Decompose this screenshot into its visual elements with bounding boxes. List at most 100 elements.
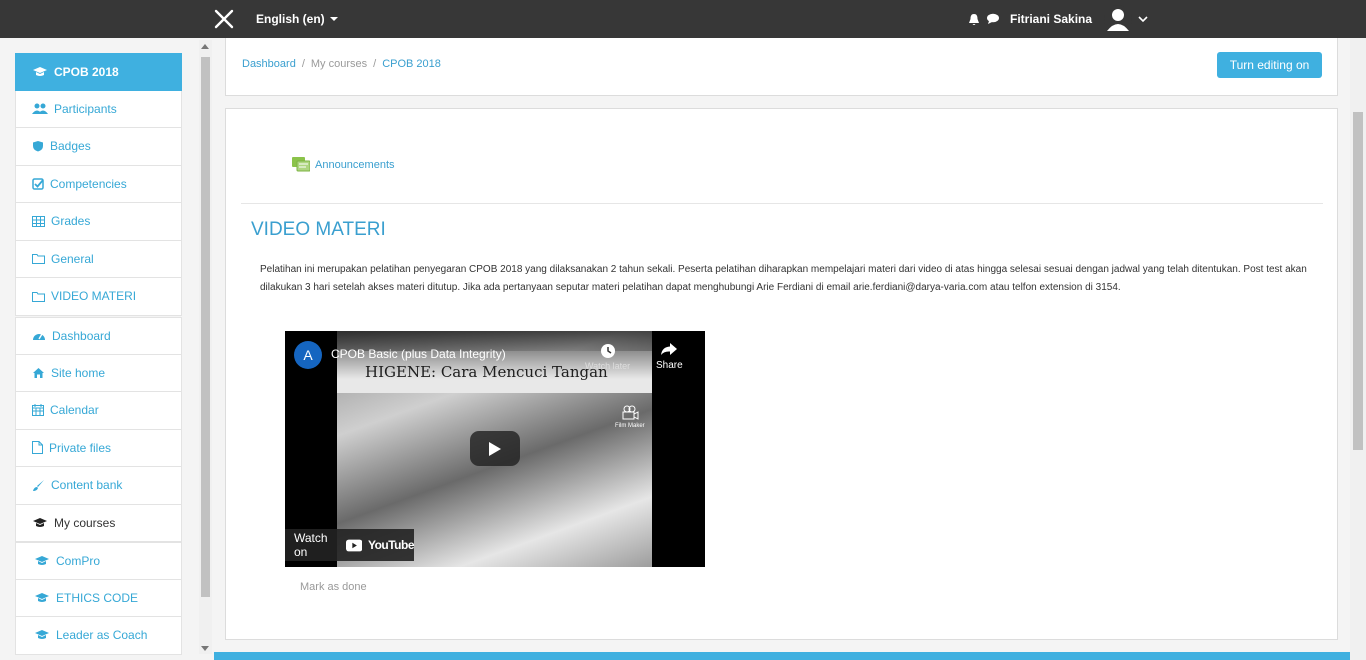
sidebar-item-competencies[interactable]: Competencies xyxy=(15,165,182,203)
channel-avatar[interactable]: A xyxy=(294,341,322,369)
sidebar-item-calendar[interactable]: Calendar xyxy=(15,392,182,430)
file-icon xyxy=(32,441,43,455)
youtube-icon xyxy=(345,539,362,551)
sidebar-item-label: Leader as Coach xyxy=(56,628,148,643)
sidebar-item-label: Competencies xyxy=(50,176,127,191)
scroll-down-icon[interactable] xyxy=(201,646,209,651)
scrollbar-thumb[interactable] xyxy=(1353,112,1363,450)
sidebar-item-cpob-2018[interactable]: CPOB 2018 xyxy=(15,53,182,91)
home-icon xyxy=(33,367,44,378)
divider xyxy=(241,203,1323,204)
play-button[interactable] xyxy=(470,431,520,466)
breadcrumb: Dashboard / My courses / CPOB 2018 xyxy=(242,58,441,70)
footer-strip xyxy=(214,652,1350,660)
share-label: Share xyxy=(656,360,683,371)
sidebar-item-label: Dashboard xyxy=(52,328,111,343)
breadcrumb-my-courses: My courses xyxy=(310,58,368,70)
graduation-cap-icon xyxy=(35,555,49,565)
paint-brush-icon xyxy=(33,479,44,491)
course-content: Announcements VIDEO MATERI Pelatihan ini… xyxy=(225,108,1338,640)
language-label: English (en) xyxy=(256,12,325,26)
close-drawer-icon[interactable] xyxy=(213,8,235,30)
graduation-cap-icon xyxy=(35,592,49,602)
users-icon xyxy=(32,103,48,114)
check-square-icon xyxy=(32,178,44,190)
bell-icon[interactable] xyxy=(968,13,980,26)
watch-later-label: Watch later xyxy=(585,361,631,371)
top-navbar: English (en) Fitriani Sakina xyxy=(0,0,1366,38)
film-maker-label: Film Maker xyxy=(615,423,645,429)
announcements-link[interactable]: Announcements xyxy=(292,157,395,173)
site-nav: Dashboard Site home Calendar Private fil… xyxy=(15,317,182,542)
film-maker-watermark: Film Maker xyxy=(615,405,645,429)
sidebar-item-label: ComPro xyxy=(56,553,101,568)
chevron-down-icon[interactable] xyxy=(1138,15,1148,23)
sidebar-item-grades[interactable]: Grades xyxy=(15,203,182,241)
sidebar-item-label: Grades xyxy=(51,214,91,229)
sidebar-item-label: Badges xyxy=(50,139,91,154)
section-title: VIDEO MATERI xyxy=(251,219,386,240)
watch-on-label: Watch on xyxy=(294,531,328,559)
youtube-logo-text: YouTube xyxy=(367,538,415,552)
sidebar-item-badges[interactable]: Badges xyxy=(15,128,182,166)
sidebar-item-general[interactable]: General xyxy=(15,240,182,278)
table-icon xyxy=(32,215,45,227)
nav-drawer: CPOB 2018 Participants Badges Competenci… xyxy=(0,38,214,660)
sidebar-scrollbar[interactable] xyxy=(199,40,212,654)
sidebar-item-label: ETHICS CODE xyxy=(56,590,139,605)
sidebar-item-compro[interactable]: ComPro xyxy=(15,542,182,580)
folder-icon xyxy=(32,291,45,302)
play-icon xyxy=(489,441,501,456)
sidebar-item-label: My courses xyxy=(54,515,116,530)
chevron-down-icon xyxy=(329,17,338,21)
sidebar-item-leader-as-coach[interactable]: Leader as Coach xyxy=(15,617,182,655)
sidebar-item-label: CPOB 2018 xyxy=(54,64,119,79)
youtube-embed[interactable]: HIGENE: Cara Mencuci Tangan A CPOB Basic… xyxy=(285,331,705,567)
sidebar-item-label: Participants xyxy=(54,101,117,116)
sidebar-item-label: General xyxy=(51,251,94,266)
share-icon xyxy=(661,343,678,355)
clock-icon xyxy=(600,344,615,358)
calendar-icon xyxy=(32,404,44,417)
breadcrumb-dashboard[interactable]: Dashboard xyxy=(242,58,296,70)
user-name[interactable]: Fitriani Sakina xyxy=(1010,12,1092,26)
chat-icon[interactable] xyxy=(986,13,1000,25)
sidebar-item-label: Content bank xyxy=(51,478,123,493)
folder-icon xyxy=(32,254,45,265)
scrollbar-thumb[interactable] xyxy=(201,57,210,597)
forum-icon xyxy=(292,157,310,172)
announcements-label: Announcements xyxy=(315,159,395,171)
my-courses-nav: ComPro ETHICS CODE Leader as Coach xyxy=(15,542,182,655)
scroll-up-icon[interactable] xyxy=(201,44,209,49)
mark-as-done-button[interactable]: Mark as done xyxy=(300,581,367,593)
watch-on-youtube-button[interactable]: Watch on YouTube xyxy=(285,529,415,561)
sidebar-item-site-home[interactable]: Site home xyxy=(15,354,182,392)
graduation-cap-icon xyxy=(33,517,47,527)
turn-editing-on-button[interactable]: Turn editing on xyxy=(1217,52,1322,78)
video-title[interactable]: CPOB Basic (plus Data Integrity) xyxy=(331,347,506,361)
share-button[interactable]: Share xyxy=(656,341,683,371)
sidebar-item-my-courses[interactable]: My courses xyxy=(15,504,182,542)
watch-later-button[interactable]: Watch later xyxy=(585,343,630,371)
user-menu: Fitriani Sakina xyxy=(968,5,1148,33)
avatar[interactable] xyxy=(1104,5,1133,33)
sidebar-item-participants[interactable]: Participants xyxy=(15,90,182,128)
graduation-cap-icon xyxy=(33,66,47,76)
language-menu[interactable]: English (en) xyxy=(256,12,338,26)
graduation-cap-icon xyxy=(35,630,49,640)
sidebar-item-label: Private files xyxy=(49,440,112,455)
page-scrollbar[interactable] xyxy=(1350,38,1366,660)
sidebar-item-private-files[interactable]: Private files xyxy=(15,429,182,467)
sidebar-item-video-materi[interactable]: VIDEO MATERI xyxy=(15,278,182,316)
page-header: Dashboard / My courses / CPOB 2018 Turn edit… xyxy=(225,38,1338,96)
section-summary: Pelatihan ini merupakan pelatihan penyeg… xyxy=(260,264,1307,293)
sidebar-item-label: Calendar xyxy=(50,403,99,418)
camera-icon xyxy=(622,405,639,420)
sidebar-item-label: VIDEO MATERI xyxy=(51,289,137,304)
sidebar-item-ethics-code[interactable]: ETHICS CODE xyxy=(15,579,182,617)
sidebar-item-dashboard[interactable]: Dashboard xyxy=(15,317,182,355)
sidebar-item-content-bank[interactable]: Content bank xyxy=(15,467,182,505)
sidebar-item-label: Site home xyxy=(51,365,106,380)
course-nav: CPOB 2018 Participants Badges Competenci… xyxy=(15,53,182,316)
breadcrumb-course[interactable]: CPOB 2018 xyxy=(382,58,441,70)
